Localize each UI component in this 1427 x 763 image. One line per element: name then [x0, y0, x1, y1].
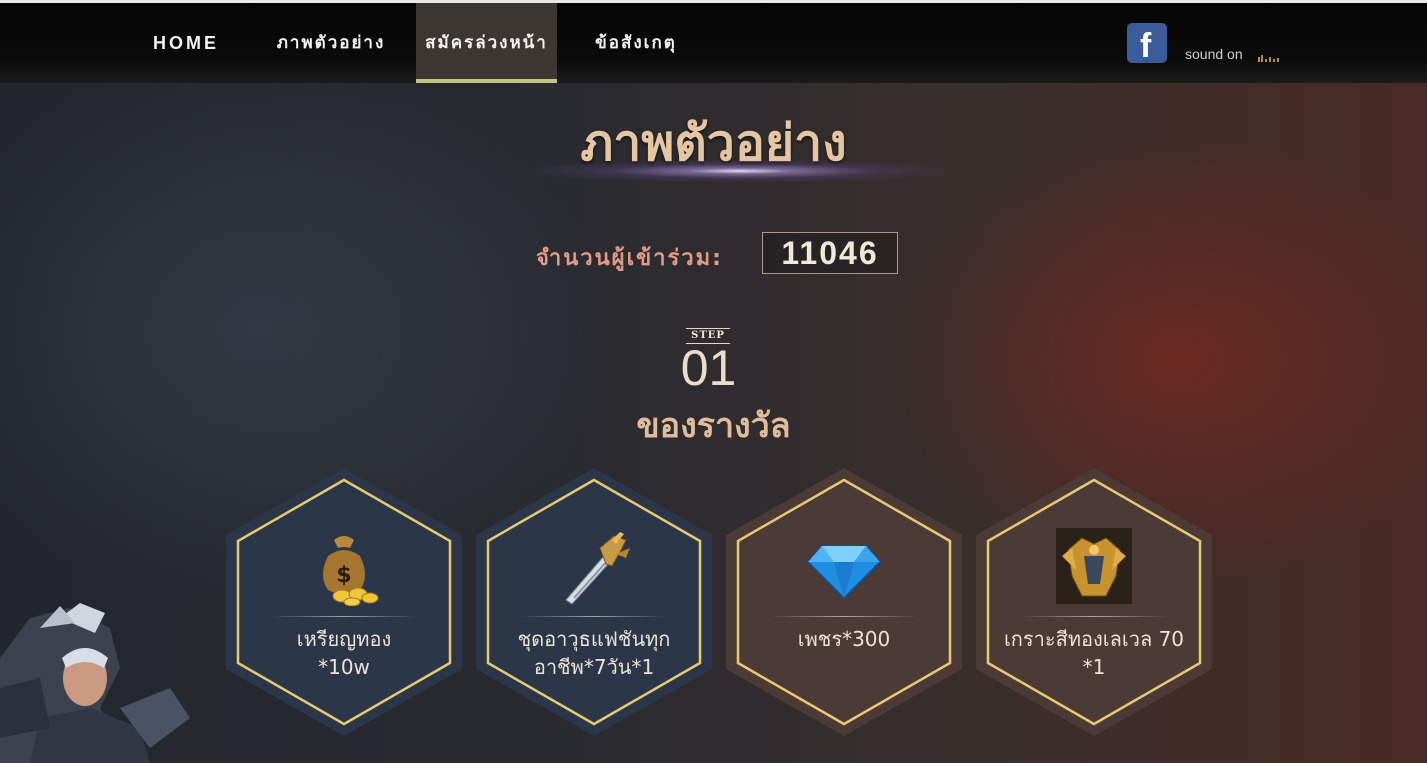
- title-glow-decoration: [535, 160, 945, 182]
- reward-label: ชุดอาวุธแฟชันทุก อาชีพ*7วัน*1: [517, 627, 671, 679]
- reward-card-golden-armor: เกราะสีทองเลเวล 70 *1: [976, 468, 1212, 736]
- reward-card-weapon-set: ชุดอาวุธแฟชันทุก อาชีพ*7วัน*1: [476, 468, 712, 736]
- reward-label: เกราะสีทองเลเวล 70 *1: [1003, 627, 1185, 679]
- step-number: 01: [680, 340, 737, 396]
- nav-notes[interactable]: ข้อสังเกตุ: [582, 3, 690, 83]
- reward-label: เหรียญทอง *10w: [296, 627, 392, 679]
- hero-character-illustration: [0, 603, 190, 763]
- reward-divider: [1020, 616, 1168, 617]
- reward-divider: [770, 616, 918, 617]
- top-nav-bar: HOME ภาพตัวอย่าง สมัครล่วงหน้า ข้อสังเกต…: [0, 3, 1427, 83]
- nav-pre-register[interactable]: สมัครล่วงหน้า: [416, 3, 557, 83]
- gold-coin-bag-icon: $: [323, 536, 379, 606]
- nav-home[interactable]: HOME: [140, 3, 232, 83]
- svg-text:$: $: [336, 563, 351, 588]
- reward-card-diamonds: เพชร*300: [726, 468, 962, 736]
- reward-divider: [270, 616, 418, 617]
- step-title: ของรางวัล: [636, 406, 791, 446]
- diamond-icon: [806, 545, 882, 600]
- reward-divider: [520, 616, 668, 617]
- facebook-icon[interactable]: f: [1127, 23, 1167, 65]
- sword-icon: [565, 532, 630, 605]
- sound-toggle-label[interactable]: sound on: [1185, 46, 1243, 62]
- golden-armor-icon: [1056, 528, 1132, 604]
- reward-label: เพชร*300: [797, 627, 891, 651]
- nav-preview[interactable]: ภาพตัวอย่าง: [264, 3, 398, 83]
- participants-label: จำนวนผู้เข้าร่วม:: [536, 246, 723, 271]
- reward-card-gold-coins: $ เหรียญทอง *10w: [226, 468, 462, 736]
- participants-count: 11046: [762, 232, 898, 274]
- sound-bars-icon[interactable]: [1258, 54, 1280, 62]
